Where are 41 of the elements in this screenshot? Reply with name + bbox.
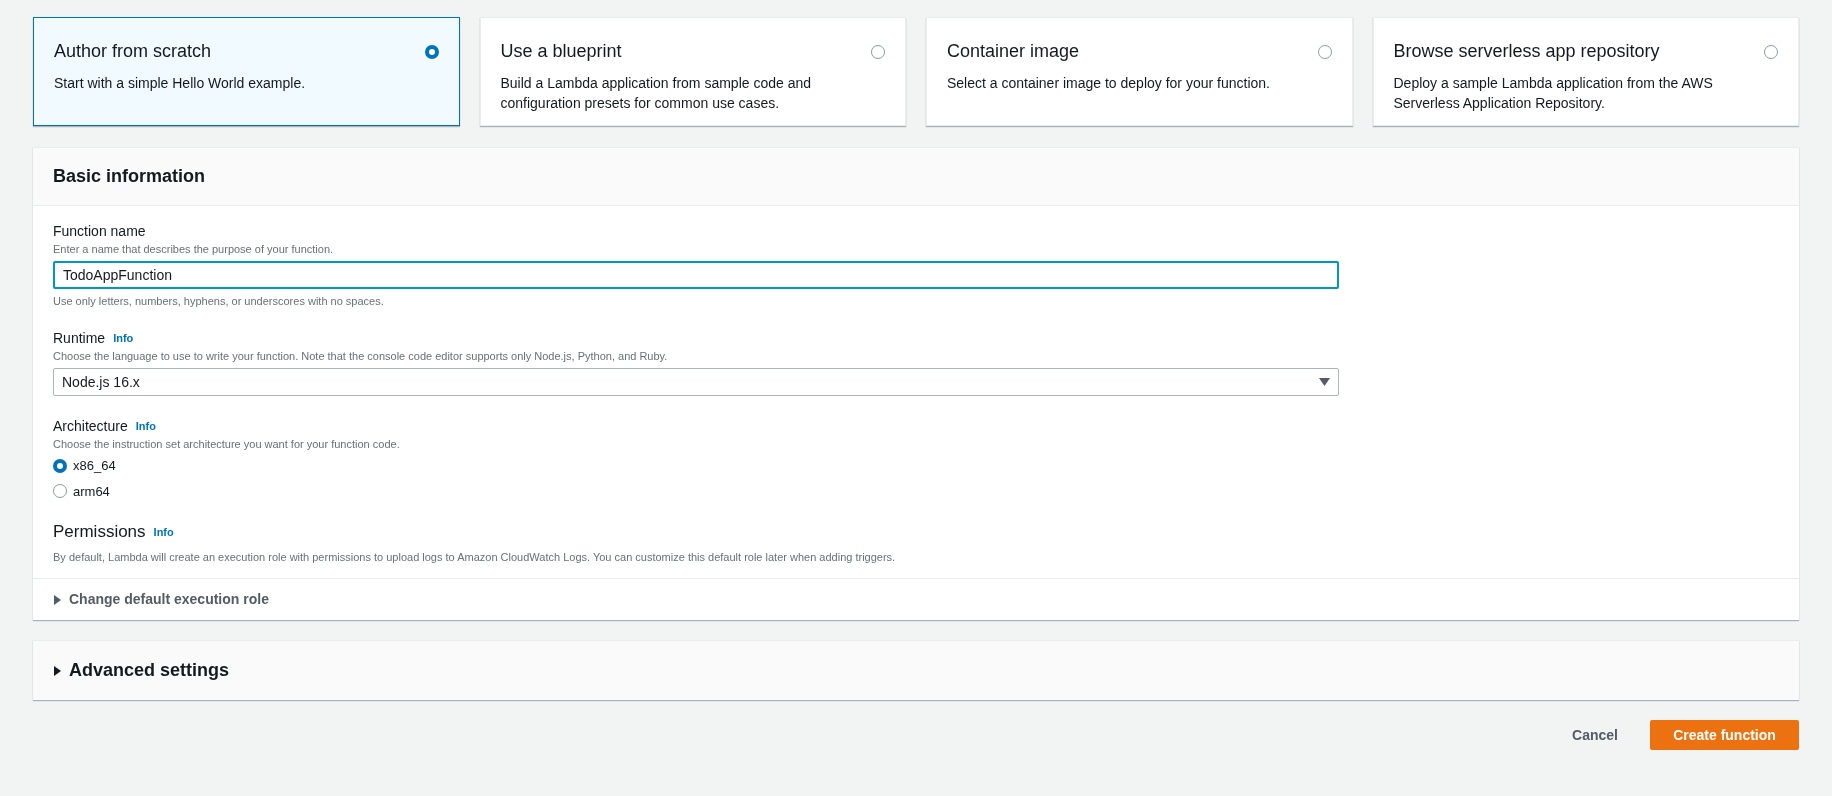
runtime-select[interactable]: Node.js 16.x — [53, 368, 1339, 396]
field-label: Architecture — [53, 417, 128, 436]
panel-title: Basic information — [53, 165, 206, 188]
option-card[interactable]: Browse serverless app repository Deploy a sample Lambda application from the AWS Serverless Application Repository. — [1372, 17, 1799, 126]
option-title: Container image — [947, 40, 1081, 63]
radio-label: arm64 — [73, 482, 110, 501]
info-link[interactable]: Info — [135, 417, 156, 435]
field-label: Function name — [53, 222, 147, 241]
field-label: Runtime — [53, 329, 106, 348]
info-link[interactable]: Info — [153, 523, 174, 541]
permissions-description: By default, Lambda will create an execution role with permissions to upload logs to Amazon CloudWatch Logs. You can customize this default role later when adding triggers. — [53, 550, 897, 565]
option-description: Build a Lambda application from sample code and configuration presets for common use cases. — [500, 74, 813, 113]
info-link[interactable]: Info — [113, 329, 134, 347]
option-card[interactable]: Container image Select a container image to deploy for your function. — [926, 17, 1353, 126]
radio-button[interactable] — [53, 484, 67, 499]
dropdown-caret-icon — [1319, 378, 1330, 386]
execution-role-toggle[interactable]: Change default execution role — [53, 589, 269, 610]
radio-button[interactable] — [1764, 45, 1778, 59]
radio-button[interactable] — [53, 458, 67, 473]
option-card[interactable]: Author from scratch Start with a simple Hello World example. — [33, 17, 460, 126]
option-description: Select a container image to deploy for your function. — [947, 74, 1271, 93]
radio-button[interactable] — [1317, 45, 1332, 59]
option-description: Deploy a sample Lambda application from the AWS Serverless Application Repository. — [1393, 74, 1714, 113]
caret-icon — [53, 665, 62, 676]
caret-icon — [53, 594, 62, 605]
radio-label: x86_64 — [73, 457, 116, 475]
function-name-input[interactable]: TodoAppFunction — [53, 261, 1339, 289]
radio-button[interactable] — [871, 45, 885, 59]
field-description: Choose the instruction set architecture you want for your function code. — [53, 437, 401, 452]
radio-button[interactable] — [424, 45, 439, 59]
option-card[interactable]: Use a blueprint Build a Lambda application from sample code and configuration presets for common use cases. — [479, 17, 906, 126]
option-title: Use a blueprint — [500, 40, 623, 63]
section-title: Permissions — [53, 521, 146, 543]
advanced-settings-toggle[interactable]: Advanced settings — [53, 657, 230, 684]
cancel-button[interactable]: Cancel — [1572, 724, 1618, 746]
option-title: Browse serverless app repository — [1393, 40, 1661, 63]
option-title: Author from scratch — [54, 40, 213, 63]
field-hint: Use only letters, numbers, hyphens, or underscores with no spaces. — [53, 294, 385, 309]
field-description: Choose the language to use to write your function. Note that the console code editor supports only Node.js, Python, and Ruby. — [53, 349, 669, 364]
field-description: Enter a name that describes the purpose of your function. — [53, 242, 335, 257]
option-description: Start with a simple Hello World example. — [54, 74, 307, 93]
